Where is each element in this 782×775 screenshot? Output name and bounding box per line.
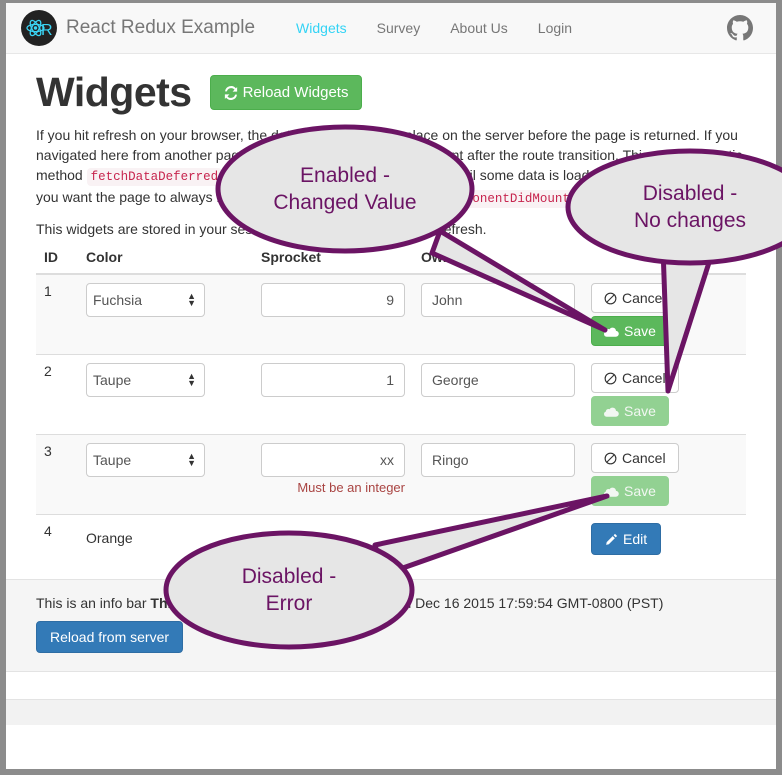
column-header-actions — [583, 249, 746, 276]
svg-text:R: R — [41, 22, 53, 39]
nav-link-login[interactable]: Login — [523, 20, 587, 36]
owner-input[interactable] — [421, 363, 575, 398]
sprocket-value — [261, 523, 405, 530]
info-bar-plain-text: This is an info bar — [36, 595, 151, 612]
footer-gray-strip — [6, 699, 776, 726]
session-note-paragraph: This widgets are stored in your session,… — [36, 221, 487, 238]
github-icon — [727, 15, 753, 41]
main-container: Widgets Reload Widgets If you hit refres… — [6, 54, 776, 564]
cloud-icon — [604, 487, 619, 497]
brand-name[interactable]: React Redux Example — [66, 17, 255, 39]
cancel-button[interactable]: Cancel — [591, 283, 679, 314]
nav-link-survey[interactable]: Survey — [362, 20, 436, 36]
row-owner-cell — [413, 434, 583, 515]
navbar: R React Redux Example Widgets Survey Abo… — [6, 3, 776, 54]
reload-widgets-button[interactable]: Reload Widgets — [209, 75, 363, 111]
sprocket-input[interactable] — [261, 283, 405, 318]
row-id: 4 — [36, 514, 78, 564]
column-header-sprocket: Sprocket — [253, 249, 413, 276]
sprocket-input[interactable] — [261, 443, 405, 478]
save-button[interactable]: Save — [591, 316, 669, 347]
sprocket-error-message: Must be an integer — [297, 480, 405, 496]
info-bar-date: Wed Dec 16 2015 17:59:54 GMT-0800 (PST) — [382, 595, 664, 612]
row-sprocket-cell — [253, 354, 413, 435]
save-label: Save — [624, 483, 656, 500]
row-color-cell: Taupe ▲ ▼ — [78, 434, 253, 515]
refresh-icon — [224, 85, 237, 100]
info-bar: This is an info bar This came from the a… — [6, 579, 776, 672]
row-actions-cell: Cancel Save — [583, 273, 746, 355]
sprocket-input[interactable] — [261, 363, 405, 398]
save-button-disabled[interactable]: Save — [591, 476, 669, 507]
owner-value: Paul — [421, 530, 450, 547]
nav-links: Widgets Survey About Us Login — [281, 20, 587, 36]
cloud-icon — [604, 327, 619, 337]
row-actions-cell: Cancel Save — [583, 354, 746, 435]
reload-widgets-label: Reload Widgets — [242, 84, 349, 102]
reload-from-server-button[interactable]: Reload from server — [36, 621, 184, 654]
code-fetch-data: fetchData — [639, 168, 715, 187]
table-row: 4 Orange Paul Edit — [36, 514, 746, 564]
row-color-cell: Fuchsia ▲ ▼ — [78, 273, 253, 355]
cloud-icon — [604, 407, 619, 417]
info-bar-bold-text: This came from the api server — [150, 595, 349, 612]
owner-input[interactable] — [421, 283, 575, 318]
row-color-cell: Taupe ▲ ▼ — [78, 354, 253, 435]
row-color-cell: Orange — [78, 514, 253, 564]
column-header-owner: Owner — [413, 249, 583, 276]
intro-paragraph: If you hit refresh on your browser, the … — [36, 125, 746, 209]
cancel-button[interactable]: Cancel — [591, 363, 679, 394]
save-label: Save — [624, 403, 656, 420]
github-link[interactable] — [727, 15, 761, 41]
widgets-table: ID Color Sprocket Owner 1 Fuchsia ▲ ▼ 9 … — [36, 249, 746, 564]
row-owner-cell: Paul — [413, 514, 583, 564]
nav-link-about-us[interactable]: About Us — [435, 20, 523, 36]
code-component-did-mount: componentDidMount — [438, 190, 574, 209]
column-header-id: ID — [36, 249, 78, 276]
cancel-label: Cancel — [622, 370, 666, 387]
cancel-label: Cancel — [622, 450, 666, 467]
ban-icon — [604, 452, 617, 465]
color-select[interactable]: Fuchsia — [86, 283, 205, 318]
react-logo-icon[interactable]: R — [21, 10, 57, 46]
cancel-button[interactable]: Cancel — [591, 443, 679, 474]
row-actions-cell: Edit — [583, 514, 746, 564]
pencil-icon — [606, 533, 618, 545]
color-select[interactable]: Taupe — [86, 363, 205, 398]
row-sprocket-cell: Must be an integer — [253, 434, 413, 515]
cancel-label: Cancel — [622, 290, 666, 307]
nav-link-widgets[interactable]: Widgets — [281, 20, 362, 36]
column-header-color: Color — [78, 249, 253, 276]
save-label: Save — [624, 323, 656, 340]
edit-button[interactable]: Edit — [591, 523, 662, 556]
table-row: 3 Taupe ▲▼ Must be an integer — [36, 434, 746, 515]
owner-input[interactable] — [421, 443, 575, 478]
save-button-disabled[interactable]: Save — [591, 396, 669, 427]
row-sprocket-cell — [253, 514, 413, 564]
intro-part-2: to fetch the data. If you want to wait u… — [222, 167, 640, 184]
footer-white-strip — [6, 671, 776, 700]
table-row: 2 Taupe ▲ ▼ 1 George Cancel Save — [36, 354, 746, 435]
row-actions-cell: Cancel Save — [583, 434, 746, 515]
table-row: 1 Fuchsia ▲ ▼ 9 John Cancel Save — [36, 273, 746, 355]
code-fetch-data-deferred: fetchDataDeferred — [86, 168, 223, 187]
row-sprocket-cell — [253, 273, 413, 355]
color-value: Orange — [86, 530, 133, 547]
title-row: Widgets Reload Widgets — [36, 54, 746, 115]
info-bar-text-line: This is an info bar This came from the a… — [36, 595, 746, 611]
color-select[interactable]: Taupe — [86, 443, 205, 478]
ban-icon — [604, 372, 617, 385]
row-owner-cell — [413, 273, 583, 355]
edit-label: Edit — [623, 531, 648, 548]
browser-window: R React Redux Example Widgets Survey Abo… — [6, 3, 776, 769]
page-title: Widgets — [36, 69, 192, 115]
row-id: 1 — [36, 273, 78, 355]
row-owner-cell — [413, 354, 583, 435]
row-id: 3 — [36, 434, 78, 515]
row-id: 2 — [36, 354, 78, 435]
intro-part-4: . — [573, 189, 578, 206]
table-header-row: ID Color Sprocket Owner — [36, 249, 746, 276]
ban-icon — [604, 292, 617, 305]
